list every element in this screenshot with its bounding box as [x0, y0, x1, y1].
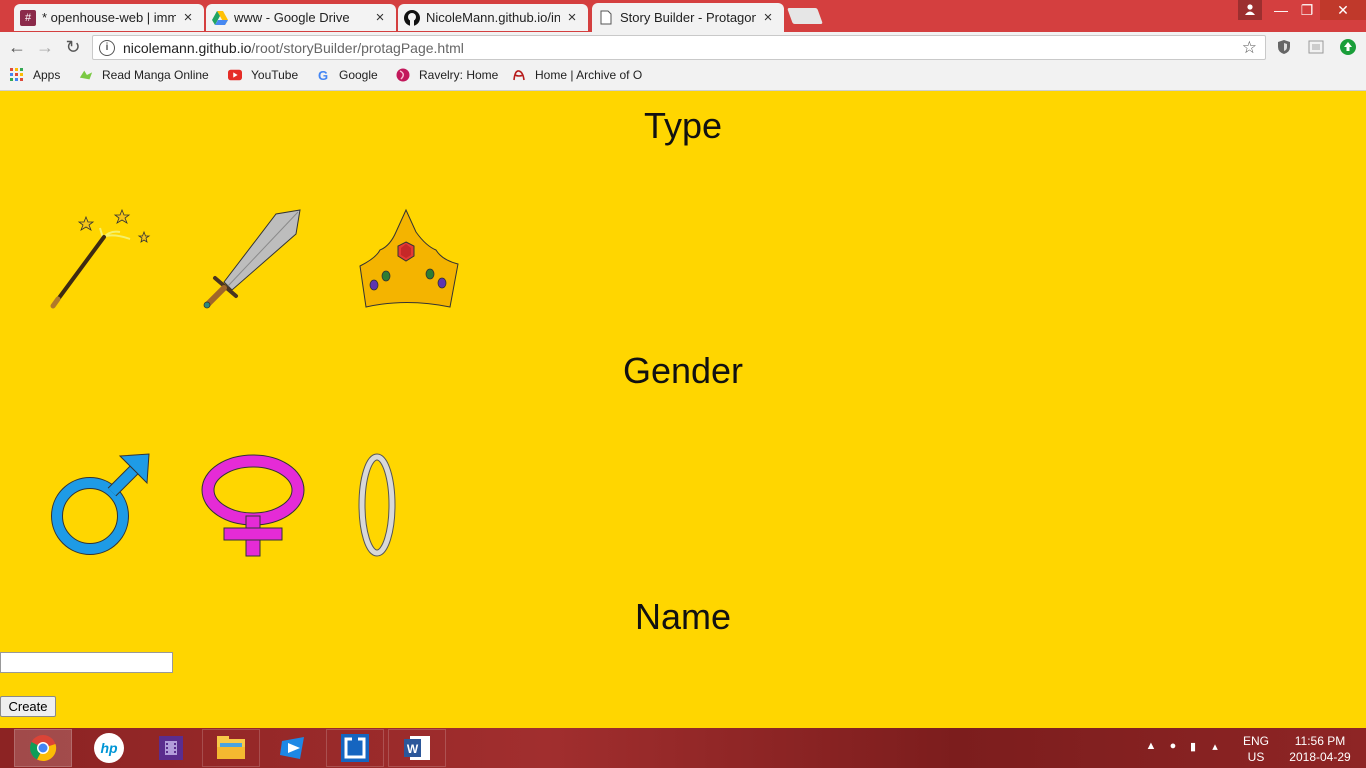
browser-toolbar: ← → ↻ i nicolemann.github.io/root/storyB… — [0, 32, 1366, 62]
close-icon[interactable]: × — [180, 9, 196, 26]
male-symbol-icon — [51, 453, 150, 555]
user-profile-icon[interactable] — [1238, 0, 1262, 20]
media-player-icon — [280, 737, 304, 759]
bookmark-ravelry[interactable]: Ravelry: Home — [396, 68, 498, 82]
window-close-icon[interactable]: ✕ — [1320, 0, 1366, 20]
create-button[interactable]: Create — [0, 696, 56, 717]
ao3-icon — [512, 68, 526, 82]
bookmark-star-icon[interactable]: ☆ — [1242, 38, 1257, 58]
browser-tab-strip: # * openhouse-web | imm2 × www - Google … — [0, 0, 1366, 32]
battery-icon[interactable]: ▮ — [1186, 740, 1200, 754]
bookmarks-bar: Apps Read Manga Online YouTube G Google … — [0, 62, 1366, 91]
bookmark-archive-of-our-own[interactable]: Home | Archive of O — [512, 68, 642, 82]
ring-icon — [358, 453, 396, 557]
tab-openhouse-web[interactable]: # * openhouse-web | imm2 × — [14, 4, 204, 31]
tab-google-drive[interactable]: www - Google Drive × — [206, 4, 396, 31]
bookmark-label: Apps — [33, 68, 61, 82]
info-icon[interactable]: i — [99, 39, 115, 56]
tab-title: * openhouse-web | imm2 — [42, 10, 176, 25]
story-builder-page: Type Gender Name Create — [0, 91, 1366, 728]
url-host: nicolemann.github.io — [123, 39, 252, 56]
type-option-wand[interactable] — [48, 206, 154, 312]
video-icon — [159, 736, 183, 760]
crown-icon — [359, 208, 459, 308]
tab-title: www - Google Drive — [234, 10, 350, 25]
bookmark-label: Ravelry: Home — [419, 68, 499, 82]
apps-grid-icon — [10, 68, 24, 82]
windows-taskbar: hp W ▲ ● ▮ ▴ ENG US 11:56 PM 2018-04-29 — [0, 728, 1366, 768]
bookmark-read-manga[interactable]: Read Manga Online — [79, 68, 209, 82]
taskbar-chrome[interactable] — [14, 729, 72, 767]
close-icon[interactable]: × — [372, 9, 388, 26]
taskbar-file-explorer[interactable] — [202, 729, 260, 767]
taskbar-remote[interactable] — [326, 729, 384, 767]
type-heading: Type — [643, 105, 723, 146]
file-explorer-icon — [217, 736, 245, 759]
input-language-indicator[interactable]: ENG US — [1241, 733, 1271, 765]
gender-option-female[interactable] — [200, 452, 306, 558]
page-icon — [598, 10, 614, 26]
slack-icon: # — [20, 9, 36, 26]
bookmark-apps[interactable]: Apps — [10, 68, 60, 82]
update-arrow-icon[interactable] — [1340, 39, 1356, 55]
taskbar-media-player[interactable] — [264, 729, 322, 767]
remote-icon — [341, 734, 369, 762]
gender-option-male[interactable] — [48, 452, 154, 558]
region-code: US — [1247, 750, 1265, 764]
taskbar-video[interactable] — [142, 729, 200, 767]
extension-icon[interactable] — [1308, 39, 1324, 55]
name-heading: Name — [634, 596, 732, 637]
wifi-signal-icon[interactable]: ▴ — [1208, 740, 1222, 754]
tab-title: Story Builder - Protagoni — [620, 10, 756, 25]
google-drive-icon — [212, 10, 228, 26]
name-input[interactable] — [0, 652, 173, 673]
taskbar-hp[interactable]: hp — [80, 729, 138, 767]
gender-heading: Gender — [622, 350, 744, 391]
manga-icon — [79, 68, 93, 82]
back-arrow-icon[interactable]: ← — [6, 36, 28, 58]
bookmark-youtube[interactable]: YouTube — [228, 68, 298, 82]
type-option-crown[interactable] — [356, 206, 462, 312]
restore-icon[interactable]: ❐ — [1294, 0, 1320, 20]
bookmark-label: Google — [339, 68, 378, 82]
forward-arrow-icon[interactable]: → — [34, 36, 56, 58]
youtube-icon — [228, 68, 242, 82]
tab-github[interactable]: NicoleMann.github.io/inc × — [398, 4, 588, 31]
bookmark-label: Read Manga Online — [102, 68, 209, 82]
shield-extension-icon[interactable] — [1276, 39, 1292, 55]
chrome-icon — [30, 735, 57, 762]
tab-story-builder[interactable]: Story Builder - Protagoni × — [592, 3, 784, 32]
network-status-icon[interactable]: ● — [1166, 740, 1180, 754]
new-tab-button[interactable] — [787, 8, 823, 24]
github-icon — [404, 9, 420, 26]
close-icon[interactable]: × — [760, 9, 776, 26]
address-bar[interactable]: i nicolemann.github.io/root/storyBuilder… — [92, 35, 1266, 60]
clock-time: 11:56 PM — [1294, 734, 1346, 748]
taskbar-word[interactable]: W — [388, 729, 446, 767]
url-path: /root/storyBuilder/protagPage.html — [251, 39, 464, 56]
chevron-up-icon[interactable]: ▲ — [1144, 740, 1158, 754]
svg-text:W: W — [407, 742, 419, 756]
bookmark-label: Home | Archive of O — [535, 68, 643, 82]
clock-date: 2018-04-29 — [1289, 750, 1351, 764]
hp-icon: hp — [94, 733, 124, 763]
bookmark-google[interactable]: G Google — [316, 67, 378, 83]
clock[interactable]: 11:56 PM 2018-04-29 — [1276, 733, 1364, 765]
minimize-icon[interactable]: — — [1268, 0, 1294, 20]
lang-code: ENG — [1242, 734, 1269, 748]
reload-icon[interactable]: ↻ — [62, 36, 84, 58]
female-symbol-icon — [201, 454, 305, 557]
gender-option-neutral[interactable] — [356, 452, 462, 558]
sword-icon — [203, 209, 301, 309]
ravelry-icon — [396, 68, 410, 82]
magic-wand-icon — [50, 208, 151, 309]
type-option-sword[interactable] — [200, 206, 306, 312]
word-icon: W — [404, 736, 430, 760]
bookmark-label: YouTube — [251, 68, 299, 82]
svg-text:hp: hp — [100, 740, 118, 756]
close-icon[interactable]: × — [564, 9, 580, 26]
google-icon: G — [317, 67, 329, 83]
tab-title: NicoleMann.github.io/inc — [426, 10, 560, 25]
